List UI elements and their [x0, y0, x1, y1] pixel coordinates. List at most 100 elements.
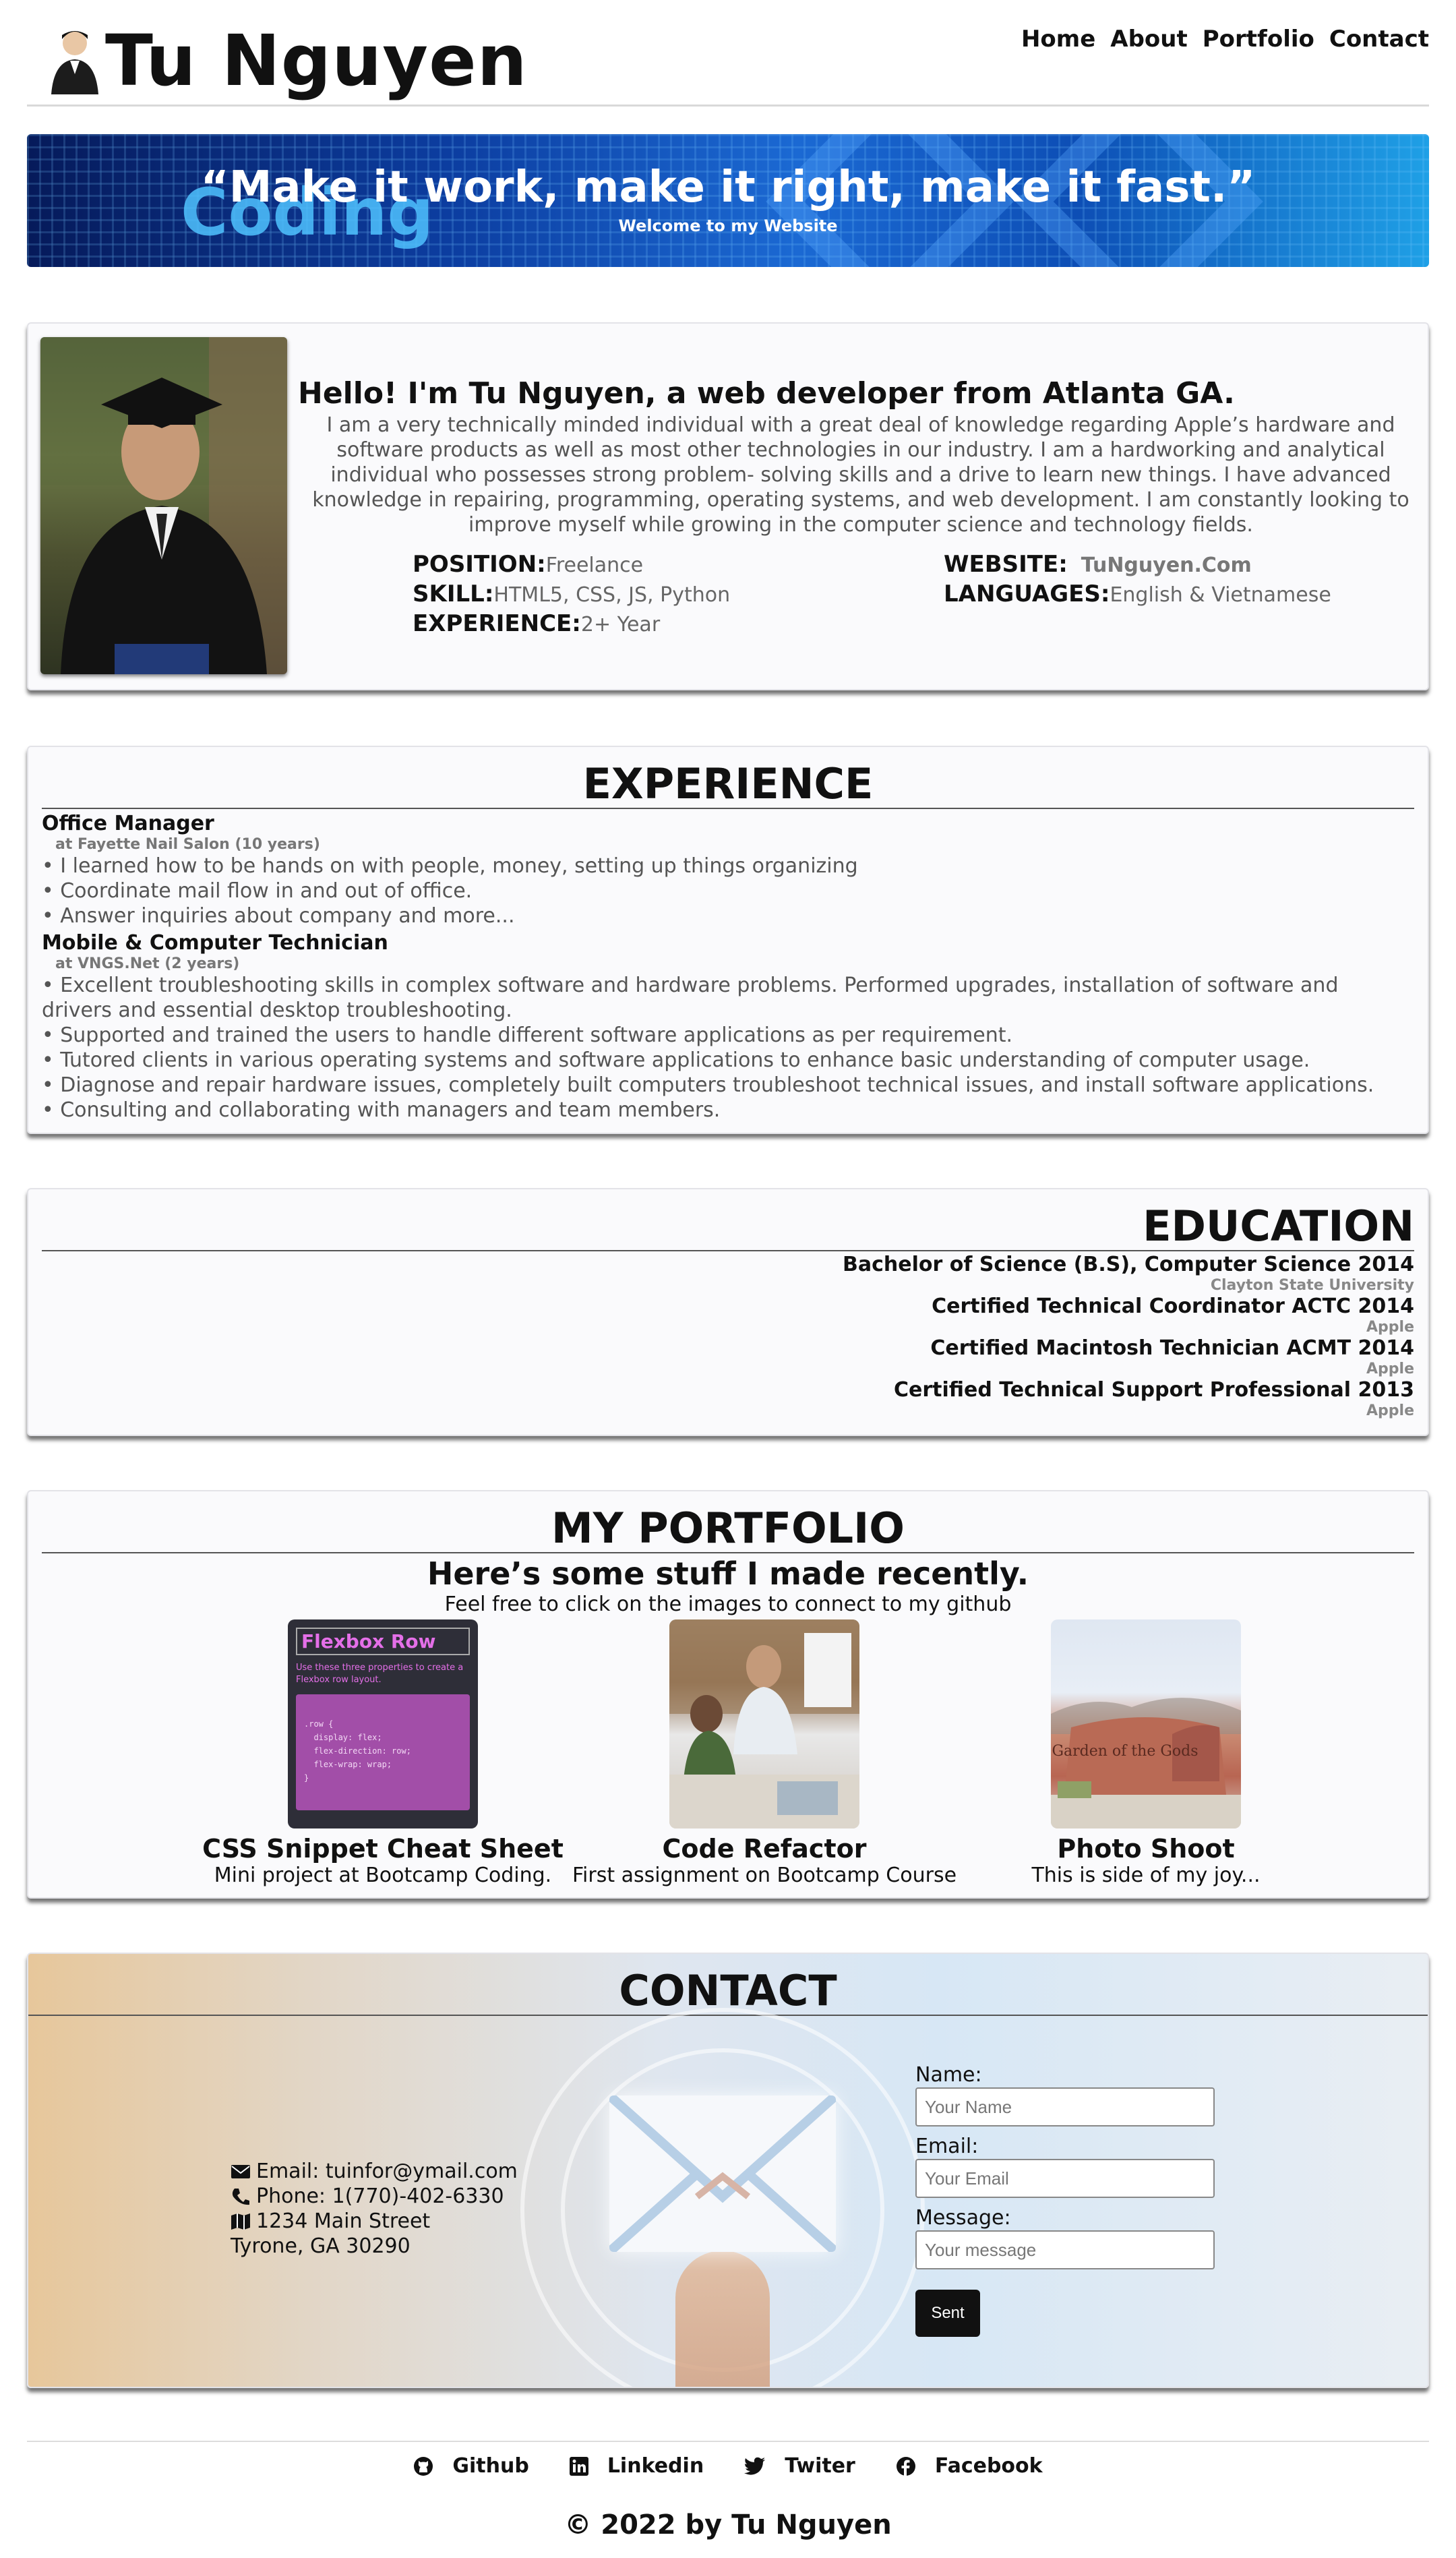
- languages-row: LANGUAGES:English & Vietnamese: [944, 580, 1331, 609]
- portfolio-item-desc: Mini project at Bootcamp Coding.: [214, 1864, 552, 1887]
- experience-value: 2+ Year: [580, 613, 661, 636]
- portfolio-subheading: Feel free to click on the images to conn…: [444, 1593, 1012, 1616]
- code-line: flex-direction: row;: [304, 1746, 411, 1756]
- position-label: POSITION:: [413, 551, 546, 578]
- site-header: Tu Nguyen Home About Portfolio Contact: [27, 0, 1429, 107]
- nav-about[interactable]: About: [1110, 26, 1187, 53]
- experience-label: EXPERIENCE:: [413, 610, 581, 637]
- website-value[interactable]: TuNguyen.Com: [1081, 554, 1252, 577]
- job-subtitle: at VNGS.Net (2 years): [55, 955, 240, 972]
- education-title: EDUCATION: [1143, 1201, 1414, 1251]
- contact-email-row: Email: tuinfor@ymail.com: [231, 2159, 518, 2184]
- portfolio-item: Garden of the Gods Photo Shoot This is s…: [944, 1619, 1348, 1888]
- languages-label: LANGUAGES:: [944, 581, 1110, 607]
- email-input[interactable]: [915, 2159, 1215, 2198]
- nav-home[interactable]: Home: [1021, 26, 1095, 53]
- github-link[interactable]: Github: [413, 2454, 529, 2478]
- facebook-label: Facebook: [934, 2454, 1043, 2478]
- main-nav: Home About Portfolio Contact: [1021, 26, 1429, 53]
- twitter-link[interactable]: Twiter: [744, 2454, 855, 2478]
- education-item: Certified Technical Support Professional…: [894, 1378, 1414, 1402]
- education-institution: Apple: [1366, 1319, 1414, 1336]
- portfolio-thumb-css[interactable]: Flexbox Row Use these three properties t…: [288, 1619, 478, 1828]
- experience-row: EXPERIENCE:2+ Year: [413, 609, 730, 639]
- code-line: flex-wrap: wrap;: [304, 1760, 392, 1769]
- code-line: .row {: [304, 1719, 334, 1729]
- experience-title: EXPERIENCE: [582, 759, 874, 808]
- banner-quote: “Make it work, make it right, make it fa…: [200, 162, 1256, 212]
- portfolio-heading: Here’s some stuff I made recently.: [427, 1555, 1029, 1592]
- contact-phone-row: Phone: 1(770)-402-6330: [231, 2184, 518, 2209]
- job-bullet: • Coordinate mail flow in and out of off…: [42, 879, 473, 903]
- education-institution: Apple: [1366, 1402, 1414, 1419]
- job-subtitle: at Fayette Nail Salon (10 years): [55, 836, 320, 853]
- website-label: WEBSITE:: [944, 551, 1068, 578]
- contact-street: 1234 Main Street: [256, 2209, 431, 2233]
- phone-icon: [232, 2188, 249, 2205]
- website-row: WEBSITE: TuNguyen.Com: [944, 550, 1331, 580]
- linkedin-link[interactable]: Linkedin: [569, 2454, 704, 2478]
- portfolio-item-desc: This is side of my joy...: [1031, 1864, 1261, 1887]
- linkedin-icon: [569, 2456, 588, 2476]
- job-bullet: • Consulting and collaborating with mana…: [42, 1098, 721, 1122]
- name-input[interactable]: [915, 2087, 1215, 2126]
- github-icon: [414, 2456, 433, 2476]
- portfolio-item: Code Refactor First assignment on Bootca…: [562, 1619, 967, 1888]
- hero-banner: Coding “Make it work, make it right, mak…: [27, 134, 1429, 267]
- job-bullet: • I learned how to be hands on with peop…: [42, 854, 858, 878]
- garden-sign-text: Garden of the Gods: [1052, 1743, 1198, 1760]
- experience-section: EXPERIENCE Office Manager at Fayette Nai…: [27, 746, 1429, 1134]
- envelope-illustration: [609, 2095, 836, 2252]
- portfolio-item-desc: First assignment on Bootcamp Course: [572, 1864, 957, 1887]
- copyright: © 2022 by Tu Nguyen: [564, 2509, 892, 2540]
- twitter-label: Twiter: [785, 2454, 855, 2478]
- contact-email[interactable]: Email: tuinfor@ymail.com: [256, 2159, 518, 2184]
- about-description: I am a very technically minded individua…: [312, 413, 1409, 537]
- banner-subtitle: Welcome to my Website: [618, 216, 838, 235]
- portfolio-item-title: Code Refactor: [662, 1834, 867, 1864]
- thumb-card-desc: Use these three properties to create a F…: [296, 1663, 464, 1685]
- position-value: Freelance: [545, 554, 644, 577]
- skill-value: HTML5, CSS, JS, Python: [493, 583, 731, 607]
- job-bullet: • Answer inquiries about company and mor…: [42, 904, 515, 928]
- job-title: Office Manager: [42, 812, 214, 835]
- education-item: Certified Macintosh Technician ACMT 2014: [930, 1336, 1414, 1360]
- contact-info: Email: tuinfor@ymail.com Phone: 1(770)-4…: [231, 2159, 518, 2259]
- github-label: Github: [452, 2454, 529, 2478]
- nav-portfolio[interactable]: Portfolio: [1203, 26, 1314, 53]
- contact-address-row: 1234 Main Street: [231, 2209, 518, 2234]
- profile-photo: [40, 337, 287, 674]
- portfolio-thumb-office[interactable]: [669, 1619, 859, 1828]
- decor-finger: [675, 2251, 770, 2387]
- site-title: Tu Nguyen: [105, 20, 528, 102]
- about-section: Hello! I'm Tu Nguyen, a web developer fr…: [27, 322, 1429, 690]
- portfolio-item: Flexbox Row Use these three properties t…: [181, 1619, 585, 1888]
- facebook-icon: [896, 2456, 915, 2476]
- experience-list: Office Manager at Fayette Nail Salon (10…: [28, 812, 1428, 1123]
- map-icon: [231, 2213, 250, 2230]
- thumb-card-title: Flexbox Row: [296, 1628, 470, 1655]
- facebook-link[interactable]: Facebook: [896, 2454, 1043, 2478]
- skill-label: SKILL:: [413, 581, 494, 607]
- education-item: Bachelor of Science (B.S), Computer Scie…: [842, 1253, 1414, 1276]
- message-input[interactable]: [915, 2230, 1215, 2269]
- job-title: Mobile & Computer Technician: [42, 931, 388, 955]
- education-section: EDUCATION Bachelor of Science (B.S), Com…: [27, 1188, 1429, 1436]
- code-line: }: [304, 1773, 309, 1783]
- linkedin-label: Linkedin: [607, 2454, 704, 2478]
- info-left: POSITION:Freelance SKILL:HTML5, CSS, JS,…: [413, 550, 730, 639]
- languages-value: English & Vietnamese: [1110, 583, 1331, 607]
- nav-contact[interactable]: Contact: [1329, 26, 1429, 53]
- about-heading: Hello! I'm Tu Nguyen, a web developer fr…: [298, 376, 1235, 411]
- portfolio-thumb-garden[interactable]: Garden of the Gods: [1051, 1619, 1241, 1828]
- portfolio-item-title: Photo Shoot: [1057, 1834, 1235, 1864]
- education-list: Bachelor of Science (B.S), Computer Scie…: [28, 1253, 1428, 1420]
- twitter-icon: [744, 2457, 766, 2475]
- portfolio-section: MY PORTFOLIO Here’s some stuff I made re…: [27, 1490, 1429, 1899]
- skill-row: SKILL:HTML5, CSS, JS, Python: [413, 580, 730, 609]
- envelope-icon: [231, 2164, 250, 2178]
- contact-phone[interactable]: Phone: 1(770)-402-6330: [256, 2184, 504, 2209]
- job-bullet: • Supported and trained the users to han…: [42, 1023, 1013, 1047]
- education-institution: Clayton State University: [1210, 1277, 1414, 1294]
- send-button[interactable]: Sent: [915, 2290, 980, 2337]
